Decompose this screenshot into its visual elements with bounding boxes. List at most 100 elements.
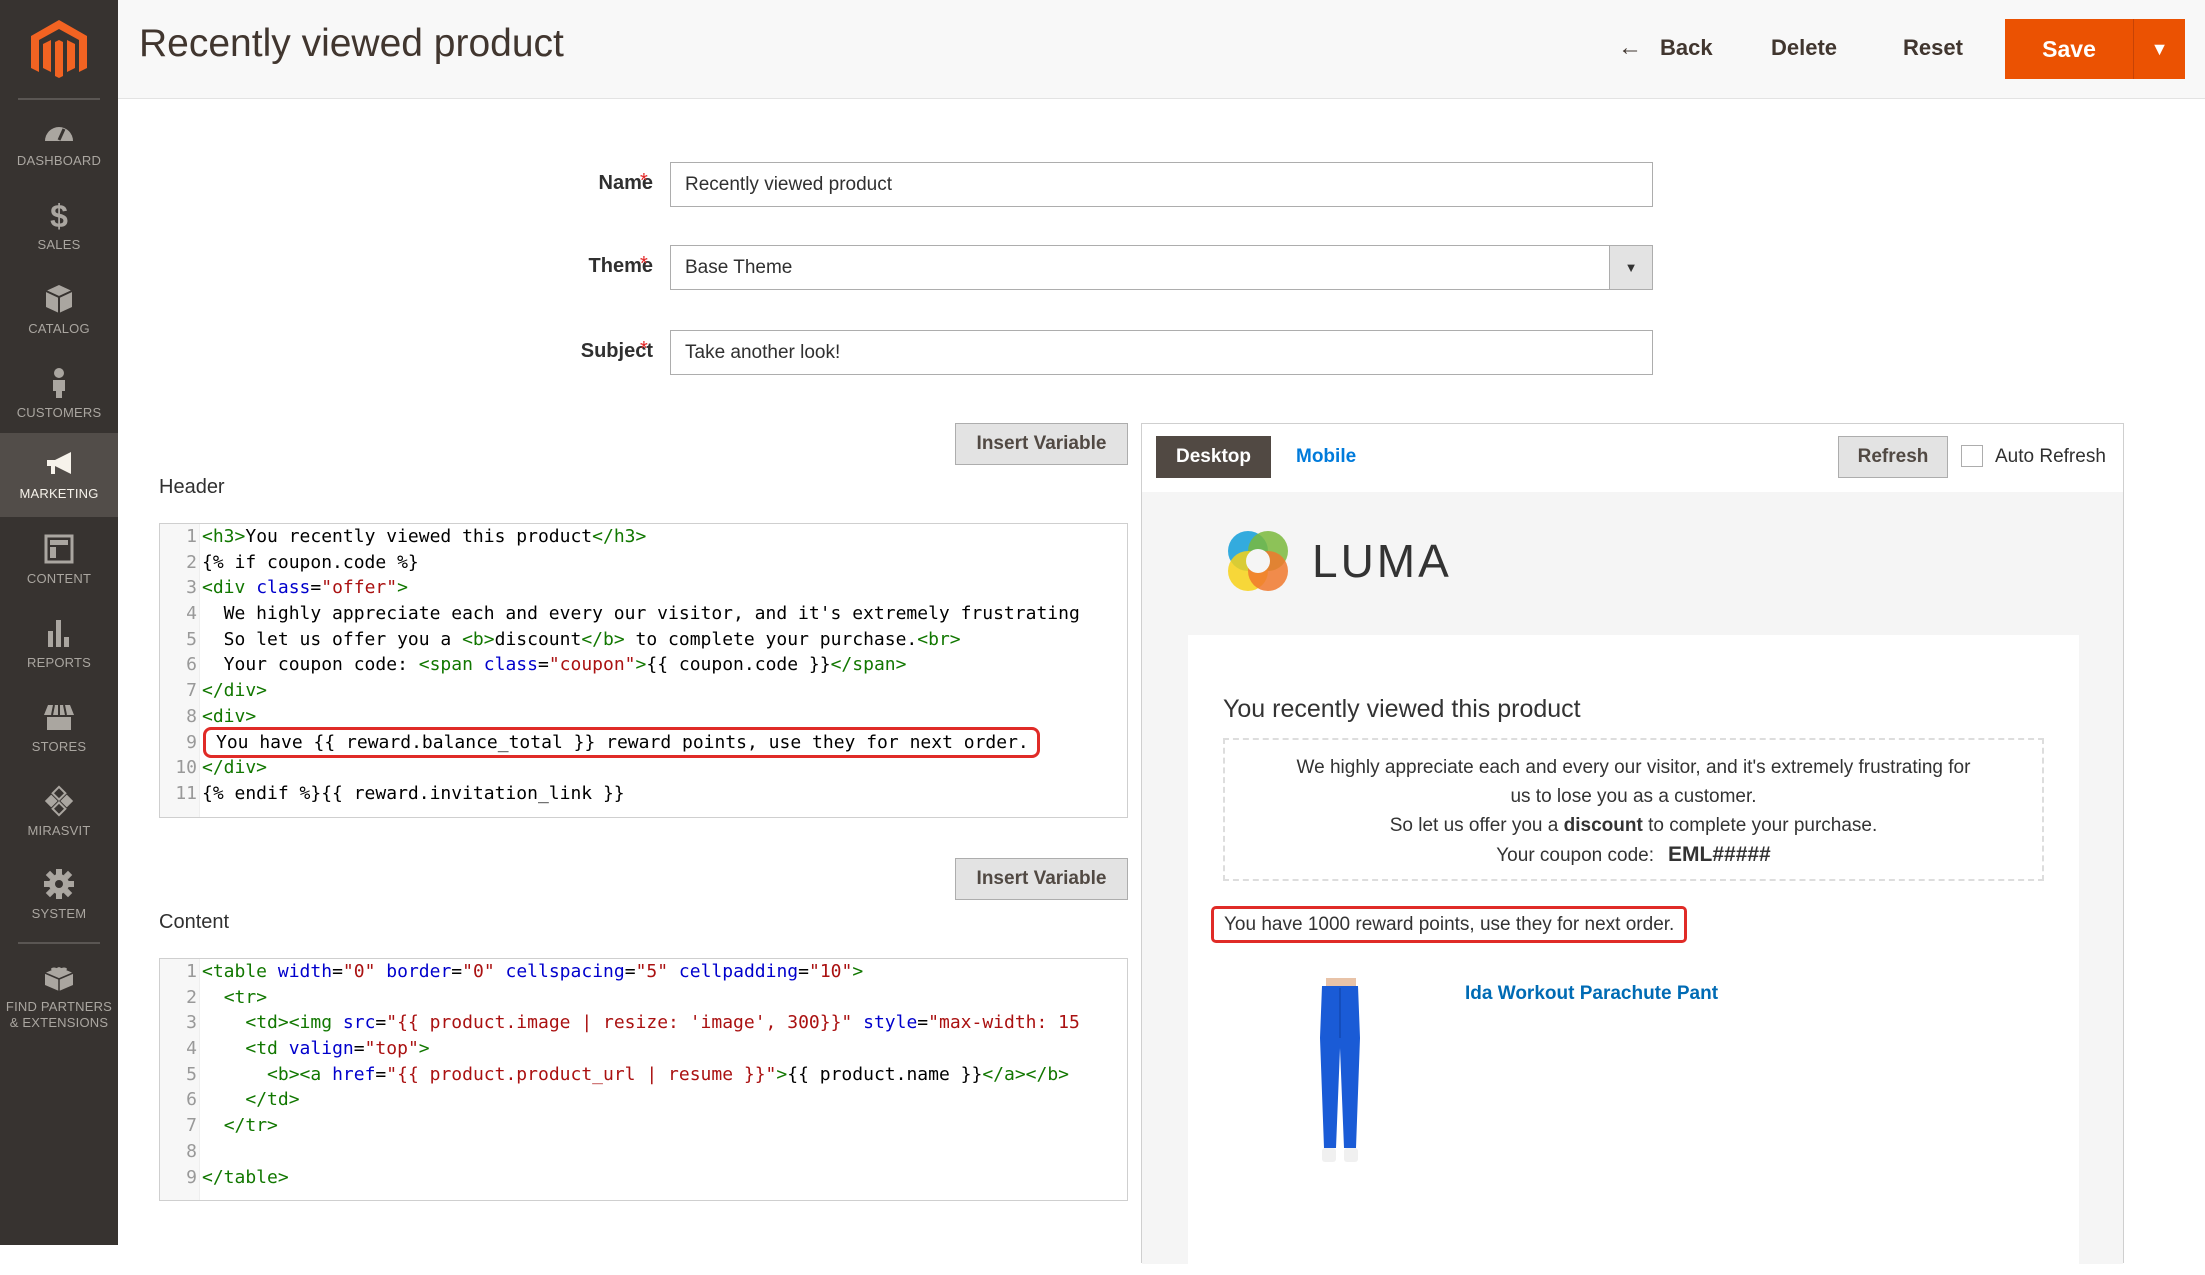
- header-section-label: Header: [159, 476, 225, 498]
- dashboard-icon: [45, 127, 73, 141]
- sidebar-item-label: SYSTEM: [31, 906, 87, 921]
- reset-button[interactable]: Reset: [1903, 26, 1963, 70]
- offer-line: We highly appreciate each and every our …: [1296, 757, 1971, 778]
- code-line: 8 <div>: [186, 705, 257, 727]
- content-insert-variable-button[interactable]: Insert Variable: [955, 858, 1128, 900]
- offer-line: So let us offer you a discount to comple…: [1389, 815, 1878, 836]
- gear-icon: [44, 869, 74, 899]
- dollar-icon: $: [50, 199, 68, 231]
- sidebar-item-dashboard[interactable]: DASHBOARD: [0, 100, 118, 184]
- theme-select-value: Base Theme: [685, 257, 793, 278]
- sidebar-item-reports[interactable]: REPORTS: [0, 602, 118, 686]
- subject-input[interactable]: [670, 330, 1653, 375]
- delete-button[interactable]: Delete: [1771, 26, 1837, 70]
- save-options-toggle[interactable]: ▼: [2133, 19, 2185, 79]
- sidebar-item-system[interactable]: SYSTEM: [0, 853, 118, 937]
- code-line: 7 </tr>: [186, 1115, 278, 1137]
- back-button[interactable]: ← Back: [1618, 26, 1713, 70]
- admin-sidebar: DASHBOARD $ SALES CATALOG CUSTOMERS MARK…: [0, 0, 118, 1245]
- sidebar-item-label: STORES: [31, 739, 87, 754]
- product-image: [1320, 978, 1360, 1162]
- save-button-group: Save ▼: [2005, 19, 2185, 79]
- save-button[interactable]: Save: [2005, 19, 2133, 79]
- auto-refresh-checkbox[interactable]: [1961, 445, 1983, 467]
- code-line: 3 <td><img src="{{ product.image | resiz…: [186, 1012, 1080, 1034]
- svg-text:$: $: [50, 199, 68, 231]
- caret-down-icon: ▼: [2150, 38, 2169, 59]
- luma-logo: LUMA: [1222, 525, 1452, 597]
- theme-select[interactable]: Base Theme ▼: [670, 245, 1653, 290]
- required-asterisk: *: [640, 170, 648, 192]
- theme-field-row: Theme * Base Theme ▼: [400, 245, 1653, 290]
- sidebar-item-content[interactable]: CONTENT: [0, 518, 118, 602]
- header-insert-variable-button[interactable]: Insert Variable: [955, 423, 1128, 465]
- code-line: 5 <b><a href="{{ product.product_url | r…: [186, 1063, 1070, 1085]
- required-asterisk: *: [640, 338, 648, 360]
- code-line: 2 {% if coupon.code %}: [186, 551, 419, 573]
- caret-down-icon[interactable]: ▼: [1609, 246, 1652, 289]
- layout-icon: [44, 534, 74, 564]
- code-line: 9 </table>: [186, 1166, 289, 1188]
- magento-logo-icon[interactable]: [31, 20, 87, 82]
- reward-points-message: You have 1000 reward points, use they fo…: [1211, 906, 1688, 943]
- luma-logo-icon: [1228, 531, 1288, 591]
- coupon-line: Your coupon code: EML#####: [1225, 840, 2042, 870]
- highlighted-code-line: 9 You have {{ reward.balance_total }} rew…: [160, 726, 1127, 759]
- email-heading: You recently viewed this product: [1223, 695, 1581, 723]
- brand-name: LUMA: [1312, 535, 1452, 587]
- preview-body: LUMA You recently viewed this product We…: [1142, 492, 2123, 1275]
- sidebar-item-sales[interactable]: $ SALES: [0, 184, 118, 268]
- box-icon: [45, 285, 73, 313]
- sidebar-item-catalog[interactable]: CATALOG: [0, 268, 118, 352]
- person-icon: [53, 368, 65, 398]
- sidebar-item-label: MIRASVIT: [27, 823, 91, 838]
- mirasvit-icon: [44, 785, 74, 817]
- sidebar-item-label: CUSTOMERS: [16, 405, 102, 420]
- tab-desktop[interactable]: Desktop: [1156, 436, 1271, 478]
- offer-line: us to lose you as a customer.: [1510, 786, 1757, 807]
- sidebar-item-find-partners[interactable]: FIND PARTNERS & EXTENSIONS: [0, 946, 118, 1046]
- page-title: Recently viewed product: [139, 22, 564, 65]
- code-line: 4 We highly appreciate each and every ou…: [186, 603, 1080, 625]
- tab-mobile[interactable]: Mobile: [1296, 436, 1356, 478]
- email-preview-panel: Desktop Mobile Refresh Auto Refresh LUMA…: [1141, 423, 2124, 1275]
- header-code-editor[interactable]: 1 <h3>You recently viewed this product</h…: [159, 523, 1128, 818]
- name-input[interactable]: [670, 162, 1653, 207]
- sidebar-divider: [18, 942, 100, 944]
- email-body: You recently viewed this product We high…: [1188, 635, 2079, 1275]
- sidebar-item-mirasvit[interactable]: MIRASVIT: [0, 770, 118, 854]
- back-label: Back: [1660, 35, 1713, 60]
- sidebar-item-label: SALES: [37, 237, 81, 252]
- sidebar-item-marketing[interactable]: MARKETING: [0, 433, 118, 517]
- bar-chart-icon: [48, 620, 69, 647]
- preview-toolbar: Desktop Mobile Refresh Auto Refresh: [1142, 424, 2123, 492]
- auto-refresh-label: Auto Refresh: [1995, 446, 2106, 467]
- sidebar-item-label: REPORTS: [26, 655, 91, 670]
- subject-field-row: Subject *: [400, 330, 1653, 375]
- product-name-link[interactable]: Ida Workout Parachute Pant: [1465, 983, 1718, 1005]
- content-section-label: Content: [159, 911, 230, 933]
- storefront-icon: [44, 704, 74, 730]
- code-line: 6 </td>: [186, 1089, 300, 1111]
- lego-brick-icon: [44, 967, 74, 991]
- code-line: 1 <h3>You recently viewed this product</h…: [186, 526, 647, 547]
- coupon-label: Your coupon code:: [1496, 845, 1655, 866]
- arrow-left-icon: ←: [1618, 34, 1642, 61]
- code-line: 10 </div>: [175, 757, 268, 779]
- code-line: 3 <div class="offer">: [186, 577, 408, 599]
- sidebar-item-label: CATALOG: [28, 321, 90, 336]
- code-line: 5 So let us offer you a <b>discount</b> …: [186, 628, 961, 650]
- sidebar-item-customers[interactable]: CUSTOMERS: [0, 352, 118, 436]
- refresh-button[interactable]: Refresh: [1838, 436, 1948, 478]
- content-code-editor[interactable]: 1 <table width="0" border="0" cellspacing…: [159, 958, 1128, 1201]
- coupon-code: EML#####: [1668, 843, 1771, 866]
- code-line: 8: [186, 1140, 197, 1162]
- offer-box: We highly appreciate each and every our …: [1223, 738, 2044, 881]
- megaphone-icon: [47, 452, 71, 474]
- code-line: 1 <table width="0" border="0" cellspacing…: [186, 961, 864, 982]
- sidebar-item-label: MARKETING: [19, 486, 99, 501]
- sidebar-item-stores[interactable]: STORES: [0, 686, 118, 770]
- code-line: 6 Your coupon code: <span class="coupon"…: [186, 654, 907, 676]
- sidebar-item-label: FIND PARTNERS & EXTENSIONS: [5, 999, 113, 1030]
- sidebar-item-label: CONTENT: [26, 571, 92, 586]
